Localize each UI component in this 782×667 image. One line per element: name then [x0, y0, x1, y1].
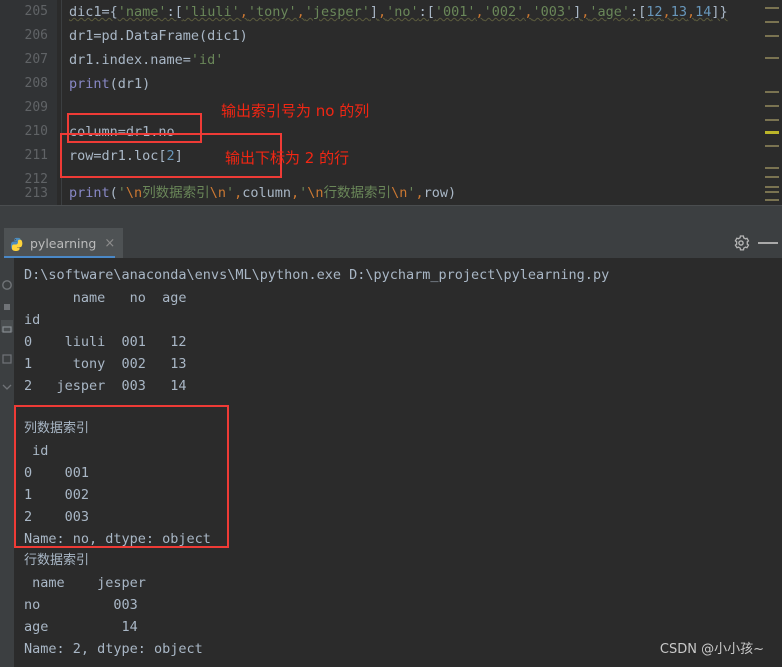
code-line-213[interactable]: print('\n列数据索引\n',column,'\n行数据索引\n',row… — [69, 181, 456, 205]
console-line: 行数据索引 — [24, 553, 90, 568]
stop-icon[interactable] — [1, 298, 13, 310]
line-number: 205 — [24, 4, 48, 19]
marker-warning[interactable] — [765, 21, 779, 23]
annotation-text-column: 输出索引号为 no 的列 — [221, 102, 370, 120]
code-line-206[interactable]: dr1=pd.DataFrame(dic1) — [69, 24, 248, 48]
pycharm-window: 205 206 207 208 209 210 211 212 213 dic1… — [0, 0, 782, 667]
close-icon[interactable]: × — [104, 236, 115, 251]
marker-warning[interactable] — [765, 91, 779, 93]
line-number: 207 — [24, 52, 48, 67]
annotation-text-row: 输出下标为 2 的行 — [225, 149, 350, 167]
console-line: D:\software\anaconda\envs\ML\python.exe … — [24, 267, 610, 283]
editor-marker-strip[interactable] — [760, 0, 782, 206]
marker-warning[interactable] — [765, 145, 779, 147]
marker-warning[interactable] — [765, 35, 779, 37]
code-line-205[interactable]: dic1={'name':['liuli','tony','jesper'],'… — [69, 0, 728, 24]
console-line: name no age — [24, 290, 187, 306]
console-tab-label: pylearning — [30, 235, 97, 251]
annotation-box-console-column-output — [14, 405, 229, 548]
rerun-icon[interactable] — [1, 276, 13, 290]
line-number: 210 — [24, 124, 48, 139]
console-side-toolbar[interactable] — [0, 258, 14, 667]
code-line-208[interactable]: print(dr1) — [69, 72, 150, 96]
marker-warning[interactable] — [765, 57, 779, 59]
console-line: id — [24, 312, 41, 328]
soft-wrap-icon[interactable] — [1, 350, 13, 364]
console-tab-bar: pylearning × — [0, 228, 782, 258]
console-line: 1 tony 002 13 — [24, 356, 187, 372]
console-tab-pylearning[interactable]: pylearning × — [4, 228, 124, 258]
console-line: Name: 2, dtype: object — [24, 641, 203, 657]
marker-warning[interactable] — [765, 119, 779, 121]
console-output[interactable]: D:\software\anaconda\envs\ML\python.exe … — [14, 258, 782, 667]
line-number: 213 — [24, 186, 48, 201]
line-number: 211 — [24, 148, 48, 163]
run-console-panel: pylearning × D:\software\anaconda\envs\M… — [0, 206, 782, 667]
marker-warning[interactable] — [765, 7, 779, 9]
line-number: 208 — [24, 76, 48, 91]
watermark: CSDN @小小孩~ — [659, 642, 764, 657]
marker-current[interactable] — [765, 131, 779, 134]
console-line: no 003 — [24, 597, 138, 613]
scroll-to-end-icon[interactable] — [1, 378, 13, 390]
marker-warning[interactable] — [765, 176, 779, 178]
code-line-207[interactable]: dr1.index.name='id' — [69, 48, 223, 72]
console-line: age 14 — [24, 619, 138, 635]
gear-icon[interactable] — [732, 234, 750, 252]
marker-warning[interactable] — [765, 199, 779, 201]
marker-warning[interactable] — [765, 186, 779, 188]
console-line: 0 liuli 001 12 — [24, 334, 187, 350]
code-editor[interactable]: 205 206 207 208 209 210 211 212 213 dic1… — [0, 0, 782, 206]
marker-warning[interactable] — [765, 105, 779, 107]
line-number: 209 — [24, 100, 48, 115]
print-icon[interactable] — [1, 320, 13, 333]
line-number: 206 — [24, 28, 48, 43]
marker-warning[interactable] — [765, 191, 779, 193]
console-line: 2 jesper 003 14 — [24, 378, 187, 394]
python-icon — [10, 236, 24, 252]
minimize-icon[interactable] — [758, 242, 778, 244]
console-line: name jesper — [24, 575, 146, 591]
marker-warning[interactable] — [765, 167, 779, 169]
editor-line-number-gutter[interactable]: 205 206 207 208 209 210 211 212 213 — [0, 0, 57, 206]
